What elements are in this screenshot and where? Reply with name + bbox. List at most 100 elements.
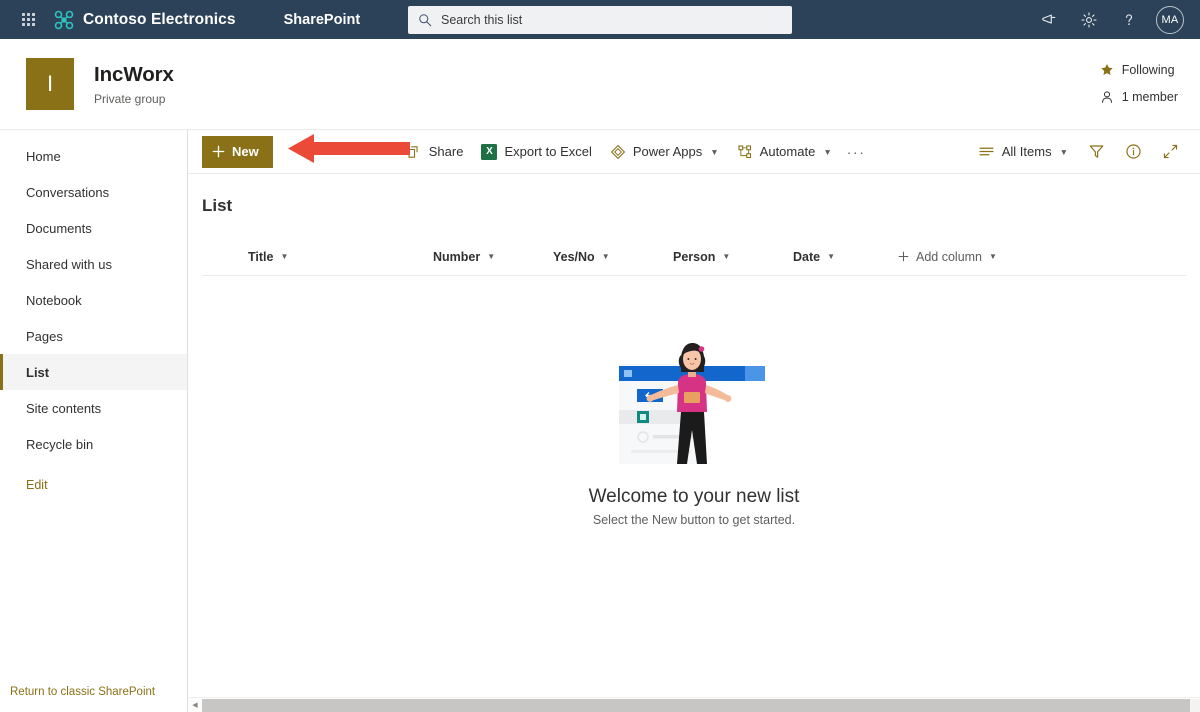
details-info-button[interactable] xyxy=(1116,136,1151,168)
column-label: Date xyxy=(793,250,820,264)
suite-bar: Contoso Electronics SharePoint Search th… xyxy=(0,0,1200,39)
chevron-down-icon: ▼ xyxy=(280,252,288,261)
site-privacy-label: Private group xyxy=(94,92,174,106)
chevron-down-icon: ▼ xyxy=(710,147,718,157)
add-column-button[interactable]: Add column ▼ xyxy=(898,250,997,264)
sidebar: Home Conversations Documents Shared with… xyxy=(0,129,188,712)
sidebar-item-documents[interactable]: Documents xyxy=(0,210,187,246)
new-button-label: New xyxy=(232,144,259,159)
avatar[interactable]: MA xyxy=(1156,6,1184,34)
sidebar-item-list[interactable]: List xyxy=(0,354,187,390)
brand-link[interactable]: Contoso Electronics xyxy=(54,10,236,30)
add-column-label: Add column xyxy=(916,250,982,264)
filter-button[interactable] xyxy=(1079,136,1114,168)
sidebar-item-label: Notebook xyxy=(26,293,82,308)
sidebar-item-label: Documents xyxy=(26,221,92,236)
plus-icon xyxy=(898,251,909,262)
more-commands-button[interactable]: ··· xyxy=(841,144,872,160)
command-bar-right: All Items ▼ xyxy=(969,136,1188,168)
help-icon[interactable] xyxy=(1110,0,1148,39)
list-view-icon xyxy=(978,143,995,160)
gear-icon[interactable] xyxy=(1070,0,1108,39)
view-selector-button[interactable]: All Items ▼ xyxy=(969,136,1077,168)
page-body: Home Conversations Documents Shared with… xyxy=(0,129,1200,712)
main-content: New Share X Export to Excel Power Apps xyxy=(188,129,1200,712)
plus-icon xyxy=(212,145,225,158)
app-launcher-button[interactable] xyxy=(8,0,48,39)
chevron-down-icon: ▼ xyxy=(722,252,730,261)
share-label: Share xyxy=(429,144,464,159)
waffle-icon xyxy=(22,13,35,26)
column-label: Yes/No xyxy=(553,250,595,264)
person-icon xyxy=(1100,90,1114,104)
column-header-date[interactable]: Date ▼ xyxy=(793,250,898,264)
sidebar-item-label: Recycle bin xyxy=(26,437,93,452)
column-header-title[interactable]: Title ▼ xyxy=(202,250,433,264)
sidebar-item-conversations[interactable]: Conversations xyxy=(0,174,187,210)
contoso-logo-icon xyxy=(54,10,74,30)
column-header-yesno[interactable]: Yes/No ▼ xyxy=(553,250,673,264)
sidebar-item-home[interactable]: Home xyxy=(0,138,187,174)
members-button[interactable]: 1 member xyxy=(1100,90,1178,104)
info-icon xyxy=(1125,143,1142,160)
horizontal-scrollbar[interactable]: ◀ xyxy=(188,697,1200,712)
expand-button[interactable] xyxy=(1153,136,1188,168)
column-label: Person xyxy=(673,250,715,264)
suite-app-name[interactable]: SharePoint xyxy=(284,12,361,28)
suite-bar-actions: MA xyxy=(1030,0,1192,39)
brand-name: Contoso Electronics xyxy=(83,11,236,29)
column-label: Number xyxy=(433,250,480,264)
sidebar-item-site-contents[interactable]: Site contents xyxy=(0,390,187,426)
empty-state-subtitle: Select the New button to get started. xyxy=(593,513,795,527)
automate-label: Automate xyxy=(760,144,816,159)
power-apps-label: Power Apps xyxy=(633,144,702,159)
megaphone-icon[interactable] xyxy=(1030,0,1068,39)
empty-list-illustration xyxy=(615,340,773,472)
following-button[interactable]: Following xyxy=(1100,63,1175,77)
view-label: All Items xyxy=(1002,144,1052,159)
list-column-headers: Title ▼ Number ▼ Yes/No ▼ Person ▼ Date … xyxy=(202,238,1186,276)
sidebar-item-label: Site contents xyxy=(26,401,101,416)
scroll-left-arrow[interactable]: ◀ xyxy=(188,701,202,709)
sidebar-item-label: Pages xyxy=(26,329,63,344)
sidebar-item-label: List xyxy=(26,365,49,380)
filter-icon xyxy=(1088,143,1105,160)
column-header-number[interactable]: Number ▼ xyxy=(433,250,553,264)
return-to-classic-link[interactable]: Return to classic SharePoint xyxy=(0,686,187,712)
sidebar-item-recycle-bin[interactable]: Recycle bin xyxy=(0,426,187,462)
automate-button[interactable]: Automate ▼ xyxy=(728,136,841,168)
chevron-down-icon: ▼ xyxy=(989,252,997,261)
sidebar-item-label: Conversations xyxy=(26,185,109,200)
list-heading: List xyxy=(188,174,1200,216)
new-button[interactable]: New xyxy=(202,136,273,168)
share-icon xyxy=(406,144,422,160)
sidebar-item-label: Home xyxy=(26,149,61,164)
excel-icon: X xyxy=(481,144,497,160)
chevron-down-icon: ▼ xyxy=(823,147,831,157)
empty-state-title: Welcome to your new list xyxy=(589,486,800,508)
sidebar-item-notebook[interactable]: Notebook xyxy=(0,282,187,318)
sidebar-item-pages[interactable]: Pages xyxy=(0,318,187,354)
power-apps-button[interactable]: Power Apps ▼ xyxy=(601,136,728,168)
column-header-person[interactable]: Person ▼ xyxy=(673,250,793,264)
scrollbar-thumb[interactable] xyxy=(202,699,1190,712)
sidebar-item-label: Shared with us xyxy=(26,257,112,272)
site-header-actions: Following 1 member xyxy=(1100,63,1178,106)
export-to-excel-button[interactable]: X Export to Excel xyxy=(472,136,600,168)
sidebar-edit-link[interactable]: Edit xyxy=(0,478,187,492)
following-label: Following xyxy=(1122,63,1175,77)
command-bar: New Share X Export to Excel Power Apps xyxy=(188,130,1200,174)
site-logo[interactable]: I xyxy=(26,58,74,110)
chevron-down-icon: ▼ xyxy=(487,252,495,261)
sidebar-item-shared-with-us[interactable]: Shared with us xyxy=(0,246,187,282)
power-apps-icon xyxy=(610,144,626,160)
star-icon xyxy=(1100,63,1114,77)
scrollbar-track[interactable] xyxy=(202,699,1200,712)
site-header: I IncWorx Private group Following 1 memb… xyxy=(0,39,1200,129)
search-placeholder: Search this list xyxy=(441,13,522,27)
share-button[interactable]: Share xyxy=(397,136,473,168)
search-input[interactable]: Search this list xyxy=(408,6,792,34)
chevron-down-icon: ▼ xyxy=(1060,147,1068,157)
export-label: Export to Excel xyxy=(504,144,591,159)
members-label: 1 member xyxy=(1122,90,1178,104)
